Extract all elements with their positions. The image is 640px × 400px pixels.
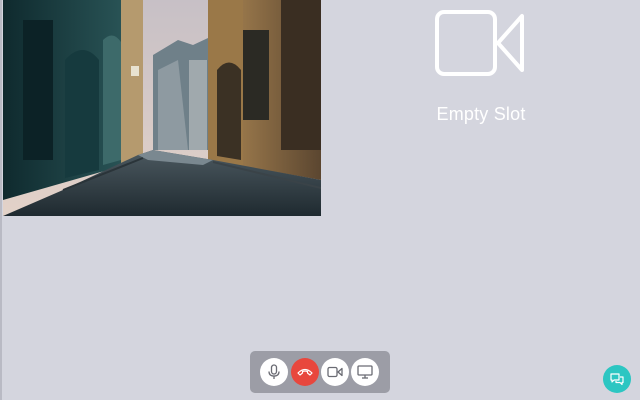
open-chat-button[interactable] xyxy=(603,365,631,393)
hang-up-icon xyxy=(297,368,313,376)
video-camera-outline-icon xyxy=(435,10,524,76)
toggle-video-button[interactable] xyxy=(321,358,349,386)
empty-slot: Empty Slot xyxy=(400,0,562,140)
hang-up-button[interactable] xyxy=(291,358,319,386)
participant-video-frame xyxy=(3,0,321,216)
left-border xyxy=(0,0,2,400)
share-screen-button[interactable] xyxy=(351,358,379,386)
microphone-icon xyxy=(268,364,280,379)
empty-slot-label: Empty Slot xyxy=(436,104,526,124)
chat-bubbles-icon xyxy=(610,373,624,386)
mute-microphone-button[interactable] xyxy=(260,358,288,386)
video-call-stage: Empty Slot xyxy=(0,0,640,400)
video-camera-icon xyxy=(327,366,343,378)
participant-video-tile[interactable] xyxy=(3,0,321,216)
call-controls-bar xyxy=(250,351,390,393)
screen-share-icon xyxy=(357,365,373,379)
